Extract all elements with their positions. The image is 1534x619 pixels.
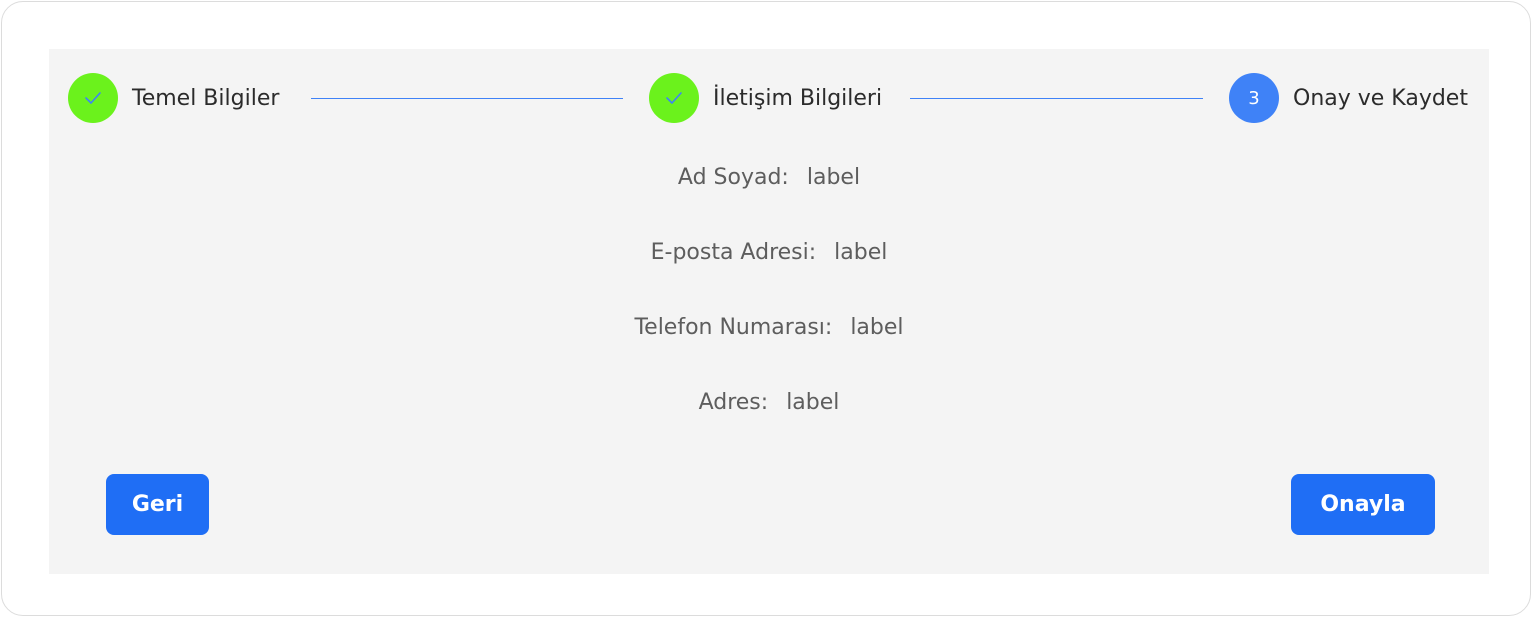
detail-value: label xyxy=(834,240,888,265)
wizard-container: Temel Bilgiler İletişim Bilgileri 3 Onay… xyxy=(1,1,1531,616)
step-connector xyxy=(910,98,1203,99)
step-connector xyxy=(311,98,623,99)
detail-full-name: Ad Soyad: label xyxy=(49,165,1489,190)
step-active-indicator: 3 xyxy=(1229,73,1279,123)
step-iletisim-bilgileri: İletişim Bilgileri xyxy=(649,73,882,123)
detail-label: Adres: xyxy=(698,390,769,415)
step-label: İletişim Bilgileri xyxy=(713,85,883,111)
step-onay-ve-kaydet: 3 Onay ve Kaydet xyxy=(1229,73,1468,123)
detail-address: Adres: label xyxy=(49,390,1489,415)
step-completed-indicator xyxy=(649,73,699,123)
detail-value: label xyxy=(786,390,840,415)
detail-label: Telefon Numarası: xyxy=(634,315,833,340)
step-temel-bilgiler: Temel Bilgiler xyxy=(68,73,279,123)
step-label: Temel Bilgiler xyxy=(132,85,280,111)
detail-label: Ad Soyad: xyxy=(677,165,789,190)
detail-label: E-posta Adresi: xyxy=(650,240,817,265)
detail-email: E-posta Adresi: label xyxy=(49,240,1489,265)
step-number: 3 xyxy=(1248,87,1260,109)
detail-value: label xyxy=(850,315,904,340)
step-label: Onay ve Kaydet xyxy=(1293,85,1468,111)
detail-value: label xyxy=(806,165,861,190)
back-button[interactable]: Geri xyxy=(106,474,209,535)
confirm-button[interactable]: Onayla xyxy=(1291,474,1435,535)
wizard-panel: Temel Bilgiler İletişim Bilgileri 3 Onay… xyxy=(49,49,1489,574)
step-completed-indicator xyxy=(68,73,118,123)
detail-phone: Telefon Numarası: label xyxy=(49,315,1489,340)
check-icon xyxy=(85,92,101,104)
check-icon xyxy=(666,92,682,104)
